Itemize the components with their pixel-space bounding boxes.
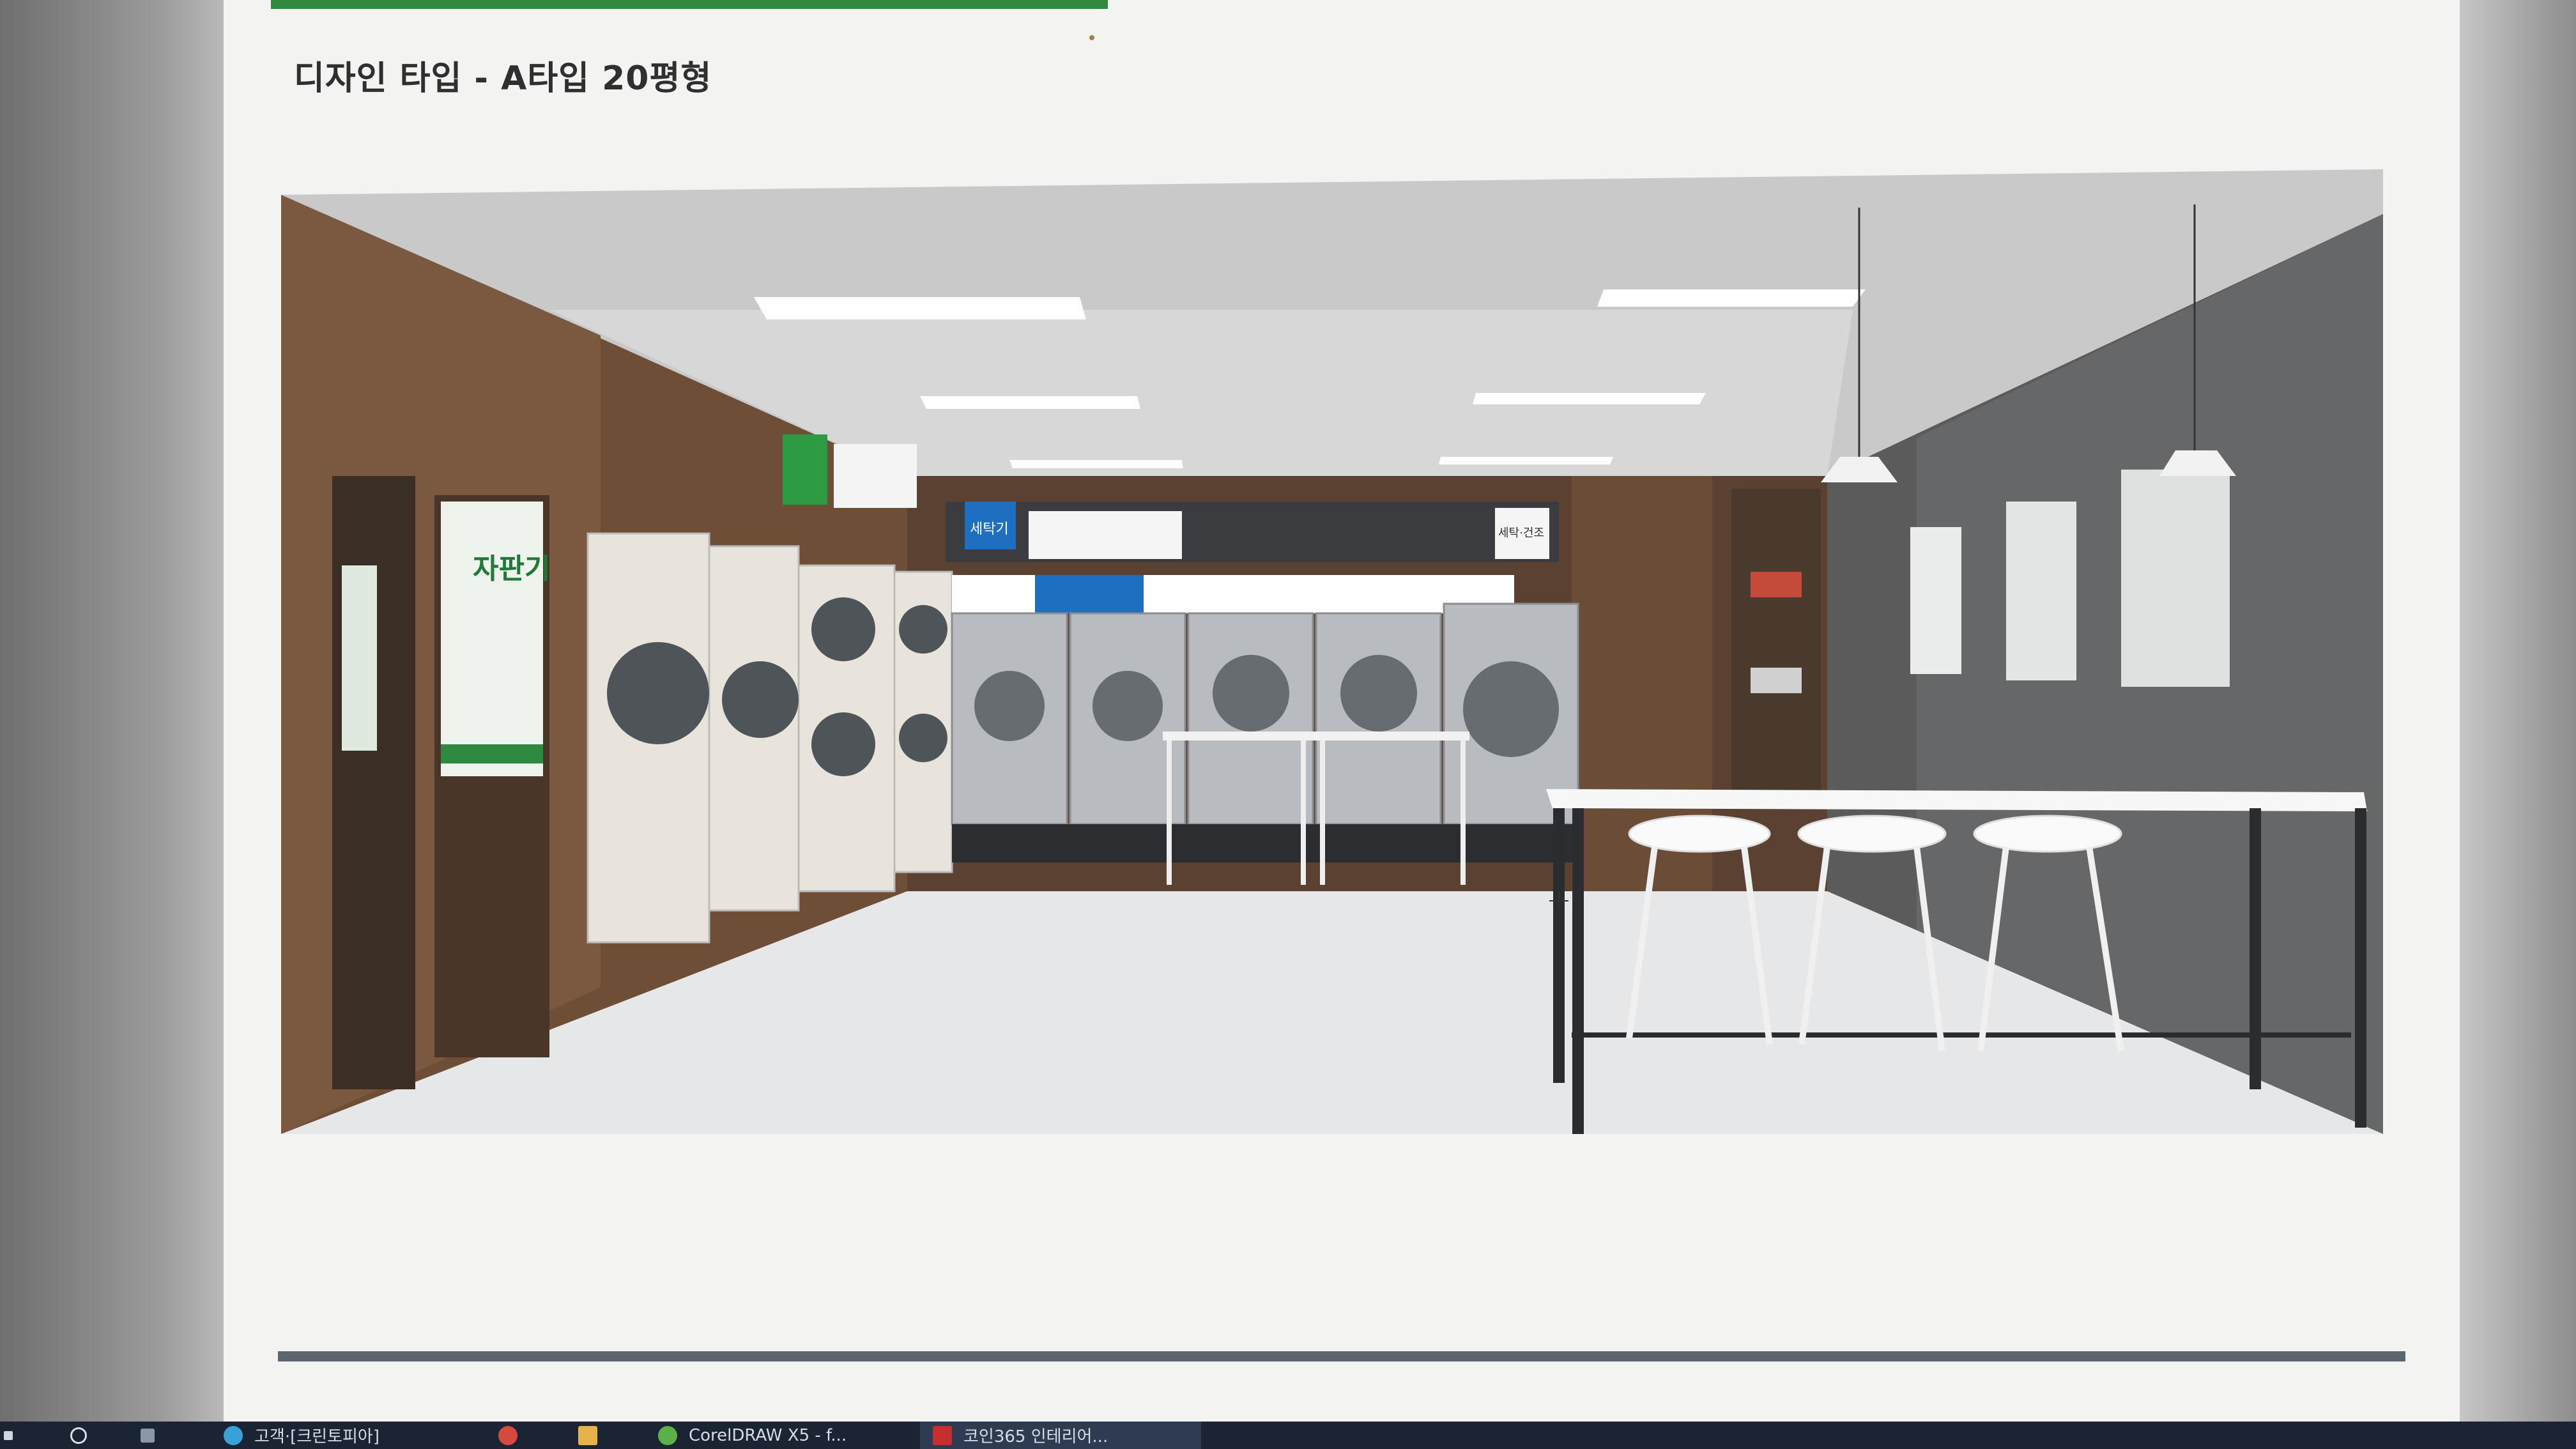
taskbar-item-coreldraw[interactable]: CorelDRAW X5 - f... (658, 1422, 914, 1449)
green-sign (783, 434, 827, 505)
taskbar-item-chrome[interactable] (498, 1422, 537, 1449)
chrome-icon (498, 1425, 518, 1445)
taskbar-item-browser[interactable]: 고객·[크린토피아] (224, 1422, 447, 1449)
folder-icon (578, 1425, 597, 1445)
mouse-cursor (1549, 891, 1568, 910)
vending-sign-text: 자판기 (473, 553, 550, 585)
washer-sign-text: 세탁기 (970, 521, 1009, 537)
slide-accent-bar (271, 0, 1108, 9)
laundromat-interior-render: 자판기 세탁기 세탁·건조 (281, 169, 2383, 1134)
slide-bottom-rule (278, 1351, 2405, 1361)
slide-title: 디자인 타입 - A타입 20평형 (294, 59, 712, 98)
taskbar-item-browser-label: 고객·[크린토피아] (254, 1427, 379, 1446)
windows-taskbar: 고객·[크린토피아] CorelDRAW X5 - f... 코인365 인테리… (0, 1422, 2576, 1449)
coreldraw-icon (658, 1425, 677, 1445)
dryer-sign-text: 세탁·건조 (1498, 526, 1544, 540)
taskbar-item-explorer[interactable] (578, 1422, 617, 1449)
presentation-slide: 디자인 타입 - A타입 20평형 자판기 세탁기 세탁·건조 (224, 0, 2460, 1422)
windows-icon (4, 1430, 13, 1440)
interior-illustration: 자판기 세탁기 세탁·건조 (281, 169, 2383, 1134)
browser-icon (224, 1425, 243, 1445)
slide-dot (1089, 35, 1094, 40)
pdf-icon (933, 1425, 952, 1445)
search-icon (70, 1427, 87, 1444)
monitor-bezel-right (2455, 0, 2576, 1422)
taskbar-search[interactable] (70, 1422, 109, 1449)
taskbar-task-view[interactable] (141, 1422, 179, 1449)
start-button[interactable] (0, 1422, 19, 1449)
taskbar-item-pdf-label: 코인365 인테리어... (963, 1427, 1108, 1446)
taskbar-item-pdf[interactable]: 코인365 인테리어... (920, 1422, 1201, 1449)
monitor-bezel-left (0, 0, 224, 1422)
taskbar-item-coreldraw-label: CorelDRAW X5 - f... (689, 1425, 847, 1445)
task-view-icon (141, 1428, 155, 1443)
